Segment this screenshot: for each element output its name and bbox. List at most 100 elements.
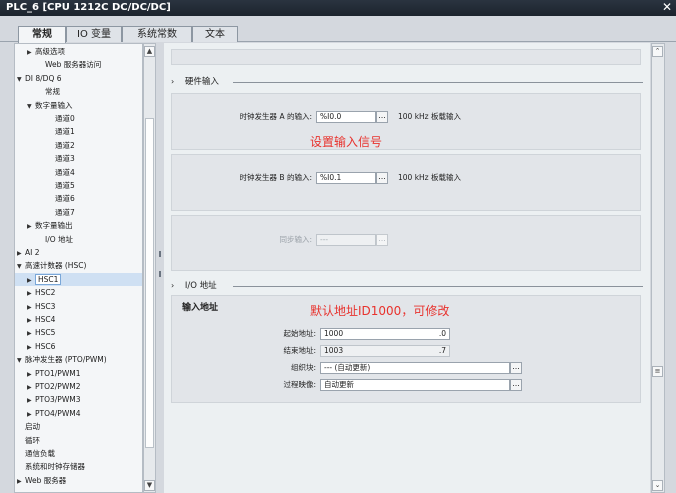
tree-item-label: HSC3 (35, 301, 56, 311)
tree-item[interactable]: 通道5 (15, 179, 142, 192)
process-image-label: 过程映像: (283, 380, 316, 389)
tree-item[interactable]: ▶ HSC4 (15, 313, 142, 327)
sync-panel: 同步输入: --- ... (171, 215, 641, 271)
tree-item[interactable]: ▼ DI 8/DQ 6 (15, 72, 142, 86)
splitter-grip-icon (159, 271, 161, 277)
start-address-label: 起始地址: (283, 329, 316, 338)
expand-down-icon[interactable]: ▼ (17, 260, 25, 273)
tree-item[interactable]: 通道2 (15, 139, 142, 152)
organization-block-browse-button[interactable]: ... (510, 362, 522, 374)
tree-item[interactable]: 通道3 (15, 152, 142, 165)
expand-right-icon[interactable]: ▶ (27, 394, 35, 407)
tree-item[interactable]: 通道4 (15, 166, 142, 179)
expand-right-icon[interactable]: ▶ (27, 220, 35, 233)
tree-item[interactable]: Web 服务器访问 (15, 58, 142, 71)
tree-item[interactable]: ▶ PTO1/PWM1 (15, 367, 142, 381)
expand-down-icon[interactable]: ▼ (27, 100, 35, 113)
tree-item[interactable]: ▶ HSC2 (15, 286, 142, 300)
expand-right-icon[interactable]: ▶ (27, 381, 35, 394)
sync-browse-button[interactable]: ... (376, 234, 388, 246)
expand-right-icon[interactable]: ▶ (17, 247, 25, 260)
process-image-browse-button[interactable]: ... (510, 379, 522, 391)
end-address-input: 1003 .7 (320, 345, 450, 357)
tree-item-label: PTO3/PWM3 (35, 395, 81, 405)
tree-item[interactable]: 通道0 (15, 112, 142, 125)
clock-a-browse-button[interactable]: ... (376, 111, 388, 123)
properties-content: › 硬件输入 时钟发生器 A 的输入: %I0.0 ... 100 kHz 板载… (164, 43, 650, 493)
splitter-grip-icon (159, 251, 161, 257)
scroll-grip-icon[interactable]: ≡ (652, 366, 663, 377)
tree-item[interactable]: 通道1 (15, 125, 142, 138)
pane-splitter[interactable] (156, 43, 164, 493)
tree-item[interactable]: ▶ HSC5 (15, 326, 142, 340)
tree-item[interactable]: ▶ HSC6 (15, 340, 142, 354)
expand-right-icon[interactable]: ▶ (27, 408, 35, 421)
expand-right-icon[interactable]: ▶ (27, 314, 35, 327)
tree-item[interactable]: ▼ 高速计数器 (HSC) (15, 259, 142, 273)
organization-block-label: 组织块: (290, 363, 316, 372)
scroll-thumb[interactable] (145, 118, 154, 448)
tree-item[interactable]: ▶ 数字量输出 (15, 219, 142, 233)
tree-item-label: 常规 (45, 87, 60, 97)
tree-item-label: 通道5 (55, 181, 75, 190)
section-hardware-input[interactable]: › 硬件输入 (171, 75, 643, 89)
tree-item[interactable]: ▶ HSC1 (15, 272, 142, 287)
tab-general[interactable]: 常规 (18, 26, 66, 43)
scroll-down-icon[interactable]: ⌄ (652, 480, 663, 491)
tree-item[interactable]: ▶ PTO2/PWM2 (15, 380, 142, 394)
tree-item-label: 启动 (25, 422, 40, 432)
expand-right-icon[interactable]: ▶ (27, 301, 35, 314)
section-io-address[interactable]: › I/O 地址 (171, 279, 643, 293)
tree-item[interactable]: 通信负载 (15, 447, 142, 460)
window-title-bar: PLC_6 [CPU 1212C DC/DC/DC] ✕ (0, 0, 676, 16)
tree-item[interactable]: 通道7 (15, 206, 142, 219)
tree-item[interactable]: ▶ HSC3 (15, 300, 142, 314)
expand-right-icon[interactable]: ▶ (17, 475, 25, 488)
content-scrollbar[interactable]: ⌃ ≡ ⌄ (651, 43, 665, 493)
tree-item[interactable]: 系统和时钟存储器 (15, 460, 142, 473)
expand-down-icon[interactable]: ▼ (17, 354, 25, 367)
tree-item[interactable]: ▶ 高级选项 (15, 45, 142, 59)
tree-item-label: 通道4 (55, 167, 75, 177)
clock-b-browse-button[interactable]: ... (376, 172, 388, 184)
start-address-bit: .0 (438, 329, 446, 338)
tree-item-label: I/O 地址 (45, 234, 74, 244)
expand-right-icon[interactable]: ▶ (27, 46, 35, 59)
tree-item[interactable]: 启动 (15, 420, 142, 433)
organization-block-input[interactable]: --- (自动更新) (320, 362, 510, 374)
close-icon[interactable]: ✕ (661, 0, 673, 16)
scroll-up-icon[interactable]: ▲ (144, 46, 155, 57)
tree-item[interactable]: ▶ Web 服务器 (15, 474, 142, 488)
tree-item[interactable]: ▶ PTO4/PWM4 (15, 407, 142, 421)
expand-right-icon[interactable]: ▶ (27, 274, 35, 287)
tree-item-label: DI 8/DQ 6 (25, 73, 62, 83)
tree-item-label: 通道1 (55, 127, 75, 137)
tree-item[interactable]: I/O 地址 (15, 233, 142, 246)
tree-item[interactable]: 常规 (15, 85, 142, 98)
clock-b-input[interactable]: %I0.1 (316, 172, 376, 184)
tree-item-label: HSC6 (35, 341, 56, 351)
tree-item[interactable]: ▼ 数字量输入 (15, 99, 142, 113)
scroll-down-icon[interactable]: ▼ (144, 480, 155, 491)
start-address-input[interactable]: 1000 .0 (320, 328, 450, 340)
tab-system-constants[interactable]: 系统常数 (122, 26, 192, 42)
sync-input[interactable]: --- (316, 234, 376, 246)
expand-right-icon[interactable]: ▶ (27, 287, 35, 300)
expand-right-icon[interactable]: ▶ (27, 327, 35, 340)
tree-scrollbar[interactable]: ▲ ▼ (143, 43, 156, 493)
clock-a-input[interactable]: %I0.0 (316, 111, 376, 123)
tree-item[interactable]: 通道6 (15, 192, 142, 205)
tree-item[interactable]: ▶ AI 2 (15, 246, 142, 260)
clock-a-note: 100 kHz 板载输入 (398, 112, 462, 121)
tree-item[interactable]: 循环 (15, 434, 142, 447)
scroll-up-icon[interactable]: ⌃ (652, 46, 663, 57)
expand-right-icon[interactable]: ▶ (27, 368, 35, 381)
tree-item-label: 通道6 (55, 194, 75, 204)
expand-right-icon[interactable]: ▶ (27, 341, 35, 354)
process-image-input[interactable]: 自动更新 (320, 379, 510, 391)
tab-io-tags[interactable]: IO 变量 (66, 26, 122, 42)
tree-item[interactable]: ▼ 脉冲发生器 (PTO/PWM) (15, 353, 142, 367)
tab-texts[interactable]: 文本 (192, 26, 238, 42)
tree-item[interactable]: ▶ PTO3/PWM3 (15, 393, 142, 407)
expand-down-icon[interactable]: ▼ (17, 73, 25, 86)
